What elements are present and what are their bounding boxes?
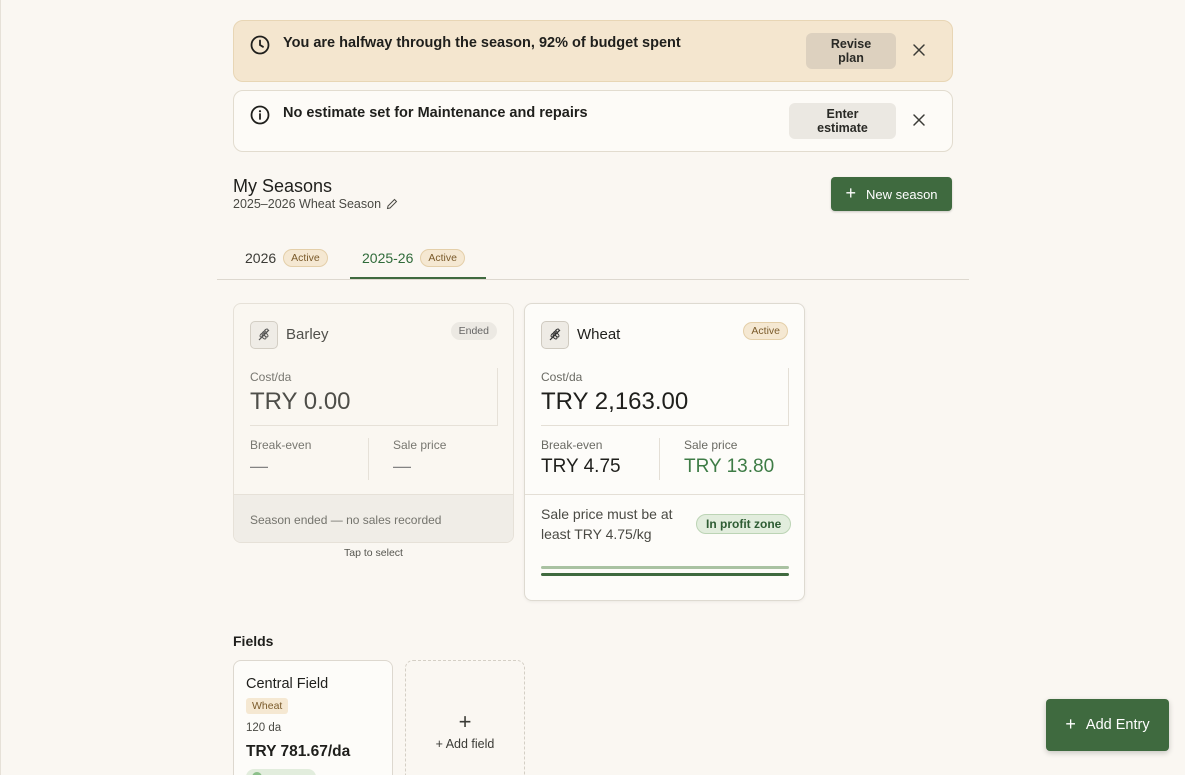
card-footer: Season ended — no sales recorded: [234, 494, 513, 542]
tab-label: 2026: [245, 250, 277, 266]
sale-price-bar: [541, 573, 789, 576]
break-even-value: TRY 4.75: [541, 456, 621, 477]
field-cost: TRY 781.67/da: [246, 743, 351, 760]
tabs-divider: [217, 279, 969, 280]
field-area: 120 da: [246, 722, 282, 734]
season-subtitle-text: 2025–2026 Wheat Season: [233, 197, 382, 211]
sale-price-value: TRY 13.80: [684, 456, 775, 477]
field-name: Central Field: [246, 676, 329, 692]
sale-price-label: Sale price: [393, 438, 447, 452]
profit-zone-badge: In profit zone: [696, 514, 792, 534]
status-badge: Active: [283, 249, 328, 267]
budget-banner: You are halfway through the season, 92% …: [233, 20, 953, 82]
info-icon: [250, 105, 270, 125]
cost-label: Cost/da: [541, 370, 583, 384]
sale-price-metric: Sale price —: [368, 438, 488, 480]
sale-price-metric: Sale price TRY 13.80: [659, 438, 779, 480]
sale-price-label: Sale price: [684, 438, 738, 452]
plus-icon: +: [845, 183, 856, 203]
add-entry-button[interactable]: + Add Entry: [1046, 699, 1169, 751]
cost-value: TRY 2,163.00: [541, 388, 689, 415]
crop-name: Wheat: [577, 326, 621, 343]
cost-value: TRY 0.00: [250, 388, 351, 415]
new-season-label: New season: [865, 186, 938, 202]
status-badge: Ended: [450, 322, 497, 340]
cost-box: Cost/da TRY 2,163.00: [541, 368, 789, 426]
plus-icon: +: [1065, 714, 1076, 734]
estimate-banner: No estimate set for Maintenance and repa…: [233, 90, 953, 152]
add-entry-label: Add Entry: [1085, 717, 1150, 733]
crop-card-wheat[interactable]: Wheat Active Cost/da TRY 2,163.00 Break-…: [524, 303, 805, 601]
break-even-label: Break-even: [250, 438, 312, 452]
close-icon[interactable]: [910, 111, 928, 129]
break-even-bar: [541, 566, 789, 569]
footer-text: Sale price must be at least TRY 4.75/kg: [541, 506, 673, 542]
page-title: My Seasons: [233, 176, 333, 196]
break-even-metric: Break-even TRY 4.75: [541, 438, 661, 480]
break-even-value: —: [250, 456, 268, 476]
estimate-banner-text: No estimate set for Maintenance and repa…: [283, 105, 588, 121]
clock-icon: [250, 35, 270, 55]
revise-plan-button[interactable]: Revise plan: [806, 33, 896, 69]
page-left-border: [0, 0, 1, 775]
budget-banner-text: You are halfway through the season, 92% …: [283, 35, 681, 51]
crop-name: Barley: [286, 326, 329, 343]
field-crop-tag: Wheat: [246, 698, 289, 714]
wheat-icon: [250, 321, 278, 349]
new-season-button[interactable]: + New season: [831, 177, 952, 211]
field-card[interactable]: Central Field Wheat 120 da TRY 781.67/da: [233, 660, 393, 775]
card-footer: Sale price must be at least TRY 4.75/kg …: [525, 494, 804, 600]
fields-heading: Fields: [233, 633, 274, 649]
close-icon[interactable]: [910, 41, 928, 59]
tab-2026[interactable]: 2026 Active: [245, 246, 328, 279]
wheat-icon: [541, 321, 569, 349]
field-status-badge: [246, 769, 316, 775]
cost-label: Cost/da: [250, 370, 292, 384]
sale-price-value: —: [393, 456, 411, 476]
status-badge: Active: [420, 249, 465, 267]
enter-estimate-button[interactable]: Enter estimate: [789, 103, 896, 139]
crop-card-barley[interactable]: Barley Ended Cost/da TRY 0.00 Break-even…: [233, 303, 514, 543]
status-badge: Active: [743, 322, 788, 340]
pencil-icon[interactable]: [386, 198, 398, 210]
footer-text: Season ended — no sales recorded: [250, 513, 442, 527]
tab-2025-26[interactable]: 2025-26 Active: [350, 246, 486, 279]
add-field-button[interactable]: + + Add field: [405, 660, 525, 775]
break-even-label: Break-even: [541, 438, 603, 452]
add-field-label: + Add field: [435, 737, 495, 751]
tab-label: 2025-26: [362, 250, 414, 266]
break-even-metric: Break-even —: [250, 438, 370, 480]
season-subtitle[interactable]: 2025–2026 Wheat Season: [233, 197, 398, 211]
cost-box: Cost/da TRY 0.00: [250, 368, 498, 426]
tap-to-select-hint: Tap to select: [344, 547, 403, 559]
plus-icon: +: [458, 709, 472, 734]
